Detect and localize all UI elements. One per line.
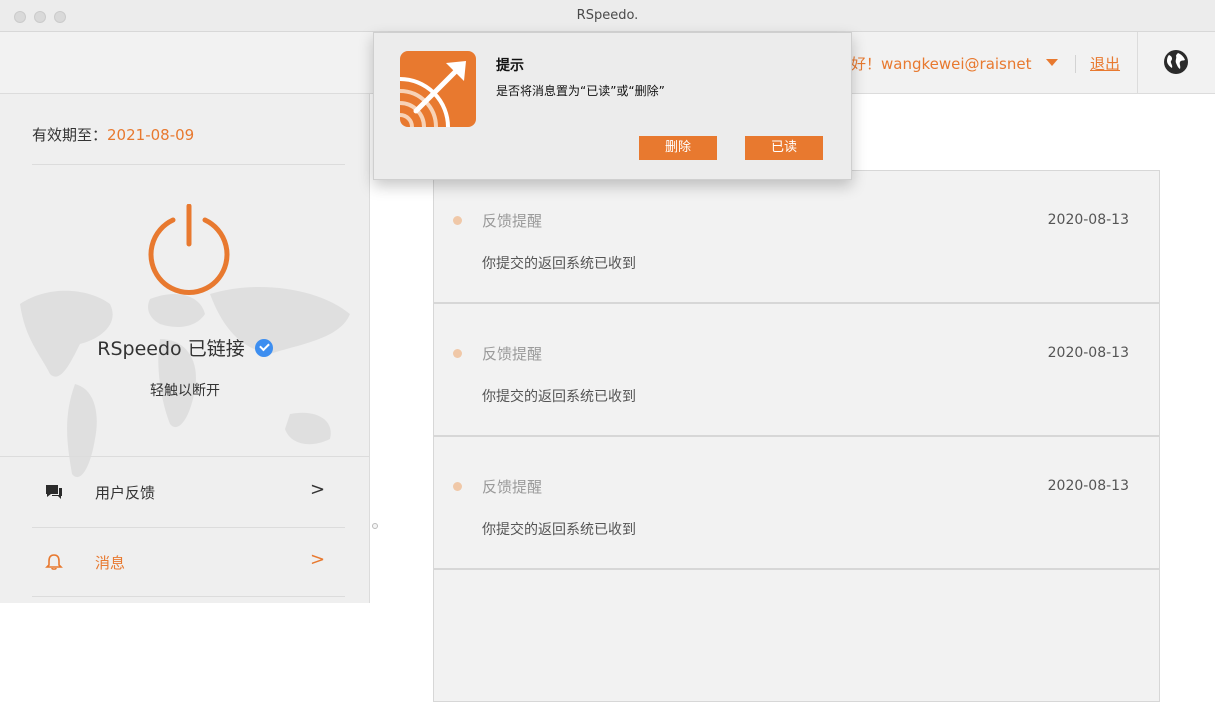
divider: [32, 164, 345, 165]
message-date: 2020-08-13: [1047, 478, 1129, 494]
power-icon[interactable]: [143, 204, 235, 300]
alert-dialog: 提示 是否将消息置为“已读”或“删除” 删除 已读: [373, 32, 852, 180]
message-title: 反馈提醒: [482, 345, 543, 363]
caret-down-icon[interactable]: [1046, 59, 1058, 66]
splitter-handle[interactable]: [372, 523, 378, 529]
message-body: 你提交的返回系统已收到: [482, 522, 636, 538]
window-titlebar: RSpeedo.: [0, 0, 1215, 32]
unread-dot-icon: [453, 349, 462, 358]
delete-button[interactable]: 删除: [639, 136, 717, 160]
window-title: RSpeedo.: [576, 8, 639, 23]
user-greeting[interactable]: 你好！wangkewei@raisnet: [836, 53, 1032, 74]
dialog-message: 是否将消息置为“已读”或“删除”: [496, 84, 665, 98]
mark-read-button[interactable]: 已读: [745, 136, 823, 160]
sidebar: 有效期至：2021-08-09 RSpeedo 已链接 轻触以断开 用户反馈 >…: [0, 94, 370, 603]
message-item[interactable]: 反馈提醒 2020-08-13 你提交的返回系统已收到: [433, 303, 1160, 436]
expiry-label: 有效期至：: [32, 126, 108, 144]
divider: [32, 596, 345, 597]
message-title: 反馈提醒: [482, 478, 543, 496]
chat-icon: [46, 485, 62, 499]
message-item[interactable]: 反馈提醒 2020-08-13 你提交的返回系统已收到: [433, 436, 1160, 569]
chevron-right-icon: >: [310, 549, 326, 570]
check-circle-icon: [254, 339, 273, 357]
dialog-title: 提示: [496, 58, 524, 74]
message-body: 你提交的返回系统已收到: [482, 389, 636, 405]
message-date: 2020-08-13: [1047, 345, 1129, 361]
message-item[interactable]: [433, 569, 1160, 702]
sidebar-item-feedback[interactable]: 用户反馈 >: [0, 457, 369, 527]
message-date: 2020-08-13: [1047, 212, 1129, 228]
chevron-right-icon: >: [310, 479, 326, 500]
sidebar-item-label: 用户反馈: [95, 484, 156, 502]
logout-link[interactable]: 退出: [1090, 53, 1120, 74]
unread-dot-icon: [453, 482, 462, 491]
disconnect-hint[interactable]: 轻触以断开: [0, 380, 369, 400]
sidebar-item-messages[interactable]: 消息 >: [0, 527, 369, 597]
app-logo-icon: [400, 51, 476, 127]
message-title: 反馈提醒: [482, 212, 543, 230]
connection-status: RSpeedo 已链接: [0, 334, 369, 361]
message-body: 你提交的返回系统已收到: [482, 256, 636, 272]
globe-icon[interactable]: [1163, 49, 1189, 75]
expiry-info: 有效期至：2021-08-09: [32, 124, 194, 145]
bell-icon: [45, 554, 63, 570]
message-item[interactable]: 反馈提醒 2020-08-13 你提交的返回系统已收到: [433, 170, 1160, 303]
connection-status-text: RSpeedo 已链接: [97, 338, 245, 360]
unread-dot-icon: [453, 216, 462, 225]
expiry-date: 2021-08-09: [107, 126, 195, 144]
divider: [1137, 32, 1138, 94]
sidebar-item-label: 消息: [95, 554, 126, 572]
message-list: 反馈提醒 2020-08-13 你提交的返回系统已收到 反馈提醒 2020-08…: [433, 170, 1160, 702]
divider: [1075, 55, 1076, 73]
